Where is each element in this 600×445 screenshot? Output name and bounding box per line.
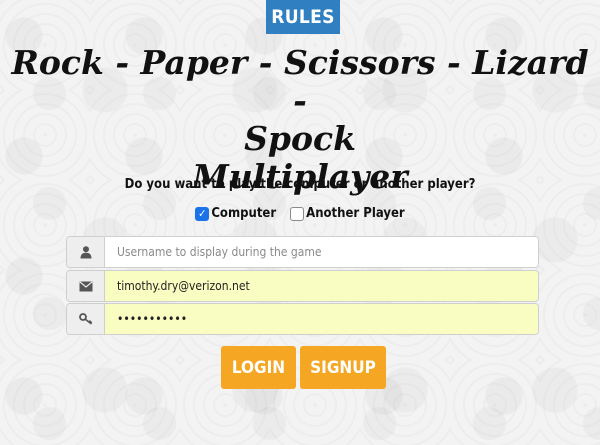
title-line-1: Rock - Paper - Scissors - Lizard - [11,43,589,120]
username-input[interactable] [105,237,538,267]
title-line-2: Spock [244,119,356,158]
email-input[interactable] [105,271,538,301]
login-button[interactable]: LOGIN [221,346,296,389]
opponent-options: ✓ Computer Another Player [0,206,600,221]
computer-option[interactable]: ✓ Computer [195,206,276,221]
key-icon [67,304,105,334]
opponent-question: Do you want to play the computer or anot… [124,177,476,192]
username-field [66,236,539,268]
password-input[interactable] [105,304,538,334]
password-field [66,303,539,335]
another-player-checkbox[interactable] [290,206,305,221]
email-field [66,270,539,302]
page-title: Rock - Paper - Scissors - Lizard - Spock… [0,44,600,196]
user-icon [67,237,105,267]
another-player-label: Another Player [306,206,405,221]
computer-checkbox[interactable]: ✓ [195,206,210,221]
envelope-icon [67,271,105,301]
signup-button[interactable]: SIGNUP [300,346,386,389]
computer-label: Computer [211,206,277,221]
another-player-option[interactable]: Another Player [290,206,405,221]
rules-button[interactable]: RULES [266,0,340,34]
